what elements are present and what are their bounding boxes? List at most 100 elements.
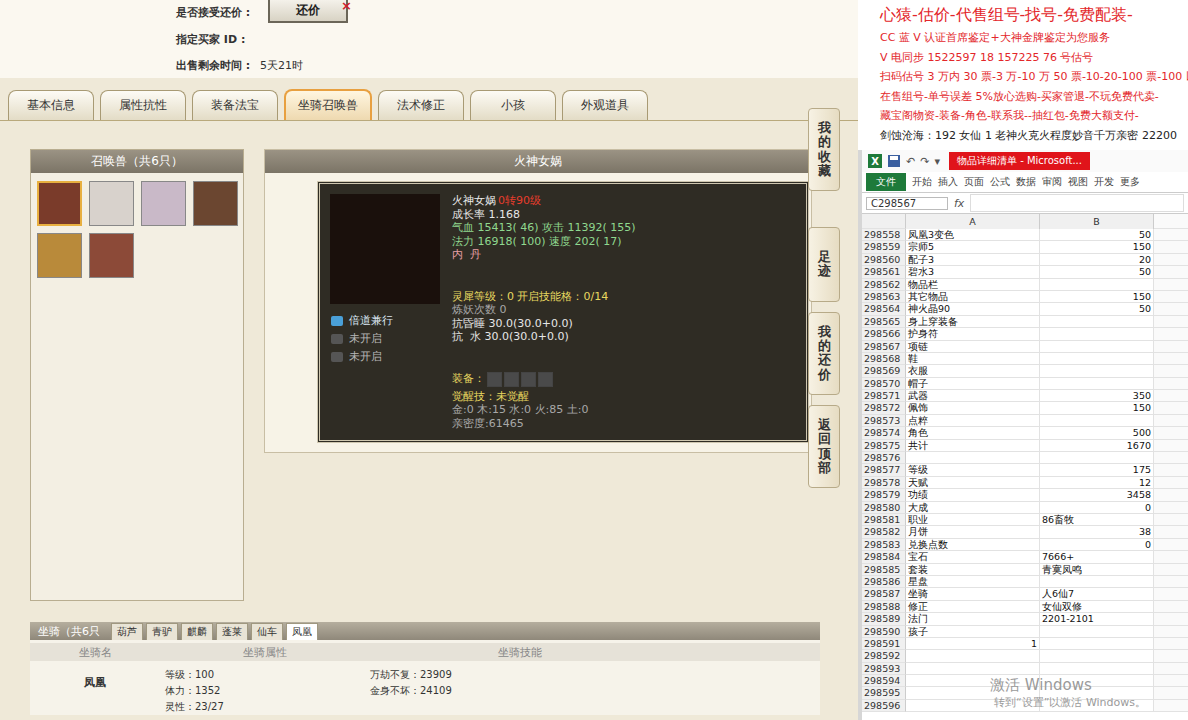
row-number[interactable]: 298586	[862, 576, 906, 588]
row-number[interactable]: 298583	[862, 539, 906, 551]
cell-a[interactable]	[906, 675, 1040, 687]
cell-b[interactable]: 青寞凤鸣	[1040, 564, 1154, 576]
cell-a[interactable]: 1	[906, 638, 1040, 650]
tab[interactable]: 装备法宝	[192, 90, 278, 120]
row-number[interactable]: 298570	[862, 378, 906, 390]
cell-a[interactable]: 修正	[906, 601, 1040, 613]
cell-b[interactable]	[1040, 700, 1154, 712]
cell-b[interactable]	[1040, 452, 1154, 464]
mount-tab[interactable]: 葫芦	[111, 623, 143, 640]
cell-b[interactable]: 350	[1040, 390, 1154, 402]
row-number[interactable]: 298565	[862, 316, 906, 328]
cell-a[interactable]	[906, 650, 1040, 662]
cell-b[interactable]: 12	[1040, 477, 1154, 489]
cell-a[interactable]: 共计	[906, 440, 1040, 452]
cell-a[interactable]: 宗师5	[906, 241, 1040, 253]
cell-b[interactable]: 175	[1040, 464, 1154, 476]
cell-a[interactable]: 项链	[906, 341, 1040, 353]
row-number[interactable]: 298558	[862, 229, 906, 241]
cell-a[interactable]: 职业	[906, 514, 1040, 526]
row-number[interactable]: 298567	[862, 341, 906, 353]
row-number[interactable]: 298564	[862, 303, 906, 315]
cell-b[interactable]: 7666+	[1040, 551, 1154, 563]
ribbon-tab[interactable]: 开发	[1091, 173, 1117, 191]
row-number[interactable]: 298594	[862, 675, 906, 687]
equip-slot[interactable]	[504, 372, 519, 387]
row-number[interactable]: 298596	[862, 700, 906, 712]
tab[interactable]: 坐骑召唤兽	[284, 89, 372, 120]
row-number[interactable]: 298595	[862, 687, 906, 699]
row-number[interactable]: 298585	[862, 564, 906, 576]
cell-a[interactable]: 孩子	[906, 626, 1040, 638]
row-number[interactable]: 298589	[862, 613, 906, 625]
mount-tab[interactable]: 仙车	[251, 623, 283, 640]
ribbon-tab[interactable]: 页面	[961, 173, 987, 191]
cell-a[interactable]: 功绩	[906, 489, 1040, 501]
side-nav-button[interactable]: 返回顶部	[808, 405, 840, 488]
close-icon[interactable]: ×	[341, 0, 352, 13]
row-number[interactable]: 298574	[862, 427, 906, 439]
cell-b[interactable]: 1670	[1040, 440, 1154, 452]
row-number[interactable]: 298566	[862, 328, 906, 340]
ribbon-tab[interactable]: 视图	[1065, 173, 1091, 191]
toolbar-button[interactable]: ↶	[906, 155, 915, 168]
cell-b[interactable]	[1040, 687, 1154, 699]
row-number[interactable]: 298572	[862, 402, 906, 414]
cell-a[interactable]: 护身符	[906, 328, 1040, 340]
cell-a[interactable]: 兑换点数	[906, 539, 1040, 551]
equip-slot[interactable]	[521, 372, 536, 387]
row-number[interactable]: 298588	[862, 601, 906, 613]
cell-a[interactable]: 神火晶90	[906, 303, 1040, 315]
row-number[interactable]: 298571	[862, 390, 906, 402]
row-number[interactable]: 298587	[862, 588, 906, 600]
ribbon-tab[interactable]: 更多	[1117, 173, 1143, 191]
row-number[interactable]: 298579	[862, 489, 906, 501]
cell-a[interactable]: 坐骑	[906, 588, 1040, 600]
row-number[interactable]: 298576	[862, 452, 906, 464]
cell-a[interactable]: 碧水3	[906, 266, 1040, 278]
cell-a[interactable]: 其它物品	[906, 291, 1040, 303]
cell-b[interactable]	[1040, 576, 1154, 588]
toolbar-button[interactable]: ▾	[934, 155, 940, 168]
ribbon-tab[interactable]: 文件	[866, 173, 906, 191]
cell-b[interactable]	[1040, 663, 1154, 675]
cell-a[interactable]	[906, 452, 1040, 464]
cell-a[interactable]: 帽子	[906, 378, 1040, 390]
cell-a[interactable]: 套装	[906, 564, 1040, 576]
skill-row[interactable]: 未开启	[330, 349, 440, 364]
name-box[interactable]: C298567	[866, 197, 948, 210]
cell-b[interactable]	[1040, 626, 1154, 638]
cell-a[interactable]: 身上穿装备	[906, 316, 1040, 328]
row-number[interactable]: 298593	[862, 663, 906, 675]
cell-a[interactable]: 大成	[906, 502, 1040, 514]
cell-b[interactable]: 0	[1040, 539, 1154, 551]
cell-b[interactable]	[1040, 650, 1154, 662]
row-number[interactable]: 298569	[862, 365, 906, 377]
cell-a[interactable]: 月饼	[906, 526, 1040, 538]
cell-b[interactable]: 女仙双修	[1040, 601, 1154, 613]
row-number[interactable]: 298563	[862, 291, 906, 303]
side-nav-button[interactable]: 足迹	[808, 227, 840, 302]
skill-row[interactable]: 倍道兼行	[330, 313, 440, 328]
row-number[interactable]: 298562	[862, 279, 906, 291]
formula-input[interactable]	[970, 194, 1184, 212]
row-number[interactable]: 298582	[862, 526, 906, 538]
cell-a[interactable]: 佩饰	[906, 402, 1040, 414]
row-number[interactable]: 298581	[862, 514, 906, 526]
cell-a[interactable]: 角色	[906, 427, 1040, 439]
pet-avatar[interactable]	[37, 181, 82, 226]
cell-b[interactable]	[1040, 675, 1154, 687]
tab[interactable]: 法术修正	[378, 90, 464, 120]
cell-b[interactable]: 2201-2101	[1040, 613, 1154, 625]
ribbon-tab[interactable]: 数据	[1013, 173, 1039, 191]
mount-tab[interactable]: 麒麟	[181, 623, 213, 640]
cell-b[interactable]: 50	[1040, 229, 1154, 241]
cell-a[interactable]: 衣服	[906, 365, 1040, 377]
row-number[interactable]: 298573	[862, 415, 906, 427]
equip-slot[interactable]	[538, 372, 553, 387]
row-number[interactable]: 298559	[862, 241, 906, 253]
side-nav-button[interactable]: 我的收藏	[808, 108, 840, 191]
cell-b[interactable]: 3458	[1040, 489, 1154, 501]
ribbon-tab[interactable]: 插入	[935, 173, 961, 191]
row-number[interactable]: 298575	[862, 440, 906, 452]
